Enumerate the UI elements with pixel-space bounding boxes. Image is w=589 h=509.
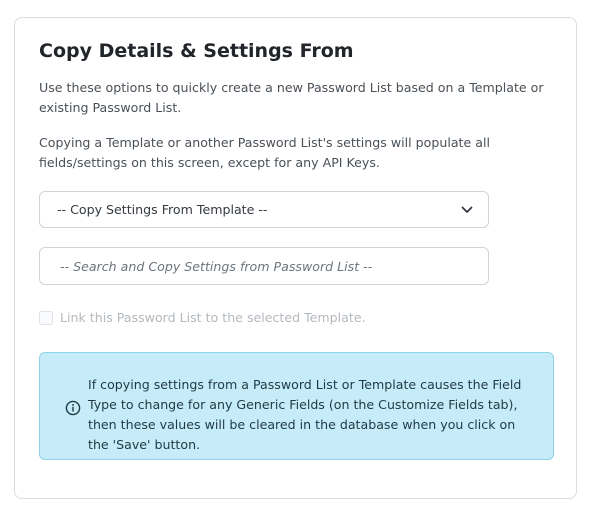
copy-settings-panel: Copy Details & Settings From Use these o… — [14, 17, 577, 499]
link-template-option: Link this Password List to the selected … — [39, 310, 366, 325]
intro-text: Use these options to quickly create a ne… — [39, 80, 544, 115]
note-text: Copying a Template or another Password L… — [39, 135, 490, 170]
info-alert: If copying settings from a Password List… — [39, 352, 554, 460]
link-template-label: Link this Password List to the selected … — [60, 310, 366, 325]
info-icon — [65, 400, 81, 416]
template-select[interactable]: -- Copy Settings From Template -- — [39, 191, 489, 228]
chevron-down-icon — [461, 206, 473, 213]
password-list-search[interactable] — [39, 247, 489, 285]
info-alert-text: If copying settings from a Password List… — [88, 377, 522, 452]
panel-title: Copy Details & Settings From — [39, 40, 354, 62]
password-list-search-input[interactable] — [60, 258, 468, 274]
link-template-checkbox[interactable] — [39, 310, 53, 325]
template-select-value: -- Copy Settings From Template -- — [57, 202, 268, 217]
